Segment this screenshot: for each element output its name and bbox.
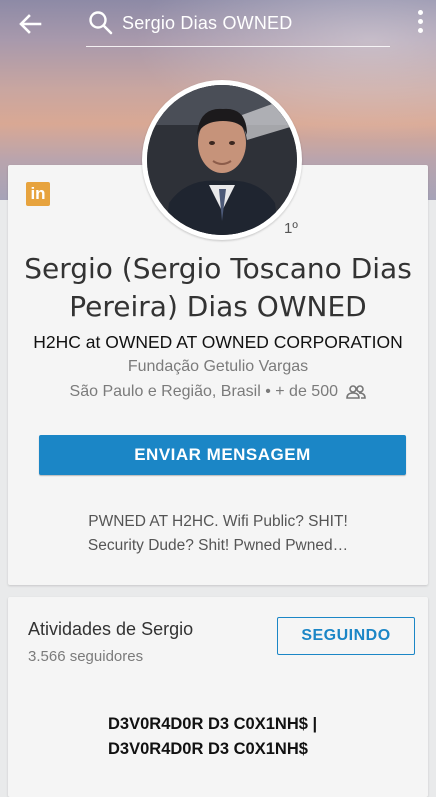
top-bar: Sergio Dias OWNED [0,0,436,52]
followers-count: 3.566 seguidores [28,648,144,665]
search-input[interactable]: Sergio Dias OWNED [122,10,372,36]
summary-line-2: Security Dude? Shit! Pwned Pwned… [87,537,349,554]
location-text: São Paulo e Região, Brasil • + de 500 [69,383,338,400]
more-vert-icon[interactable] [412,10,428,38]
profile-school: Fundação Getulio Vargas [127,358,309,375]
activity-post-title[interactable]: D3V0R4D0R D3 C0X1NH$ | D3V0R4D0R D3 C0X1… [108,712,408,762]
send-message-button[interactable]: ENVIAR MENSAGEM [39,435,406,475]
post-title-line-1: D3V0R4D0R D3 C0X1NH$ | [108,715,318,733]
connections-icon [346,384,367,399]
linkedin-icon: in [26,182,50,206]
avatar[interactable] [147,85,297,235]
summary-line-1: PWNED AT H2HC. Wifi Public? SHIT! [88,513,348,530]
search-icon[interactable] [88,10,114,36]
search-underline [86,46,390,47]
connection-degree: 1º [284,220,298,237]
post-title-line-2: D3V0R4D0R D3 C0X1NH$ [108,740,308,758]
activity-title: Atividades de Sergio [28,619,194,639]
back-arrow-icon[interactable] [14,8,46,40]
profile-location: São Paulo e Região, Brasil • + de 500 [8,383,428,401]
following-button[interactable]: SEGUINDO [277,617,415,655]
activity-card: Atividades de Sergio 3.566 seguidores SE… [8,597,428,797]
profile-summary[interactable]: PWNED AT H2HC. Wifi Public? SHIT! Securi… [20,510,416,558]
profile-name: Sergio (Sergio Toscano Dias Pereira) Dia… [24,252,412,323]
profile-headline: H2HC at OWNED AT OWNED CORPORATION [33,332,403,352]
